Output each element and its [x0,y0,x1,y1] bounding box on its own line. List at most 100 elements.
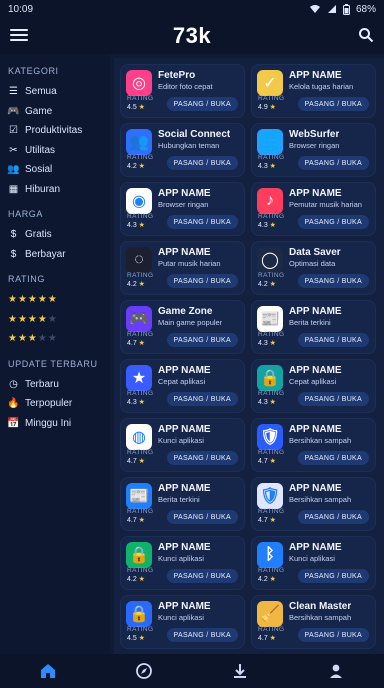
app-description: Berita terkini [289,318,331,327]
update-item-minggu-ini[interactable]: 📅 Minggu Ini [7,414,104,434]
profile-icon[interactable] [325,660,347,682]
install-open-button[interactable]: PASANG / BUKA [166,510,238,524]
rating-filter-3[interactable]: ★★★★★ [8,329,104,349]
install-open-button[interactable]: PASANG / BUKA [166,215,238,229]
app-card[interactable]: 🔒 APP NAME Kunci aplikasi RATING 4.2 ★ PASANG… [120,536,245,590]
update-label: Minggu Ini [25,417,72,429]
app-card[interactable]: ✓ APP NAME Kelola tugas harian RATING 4.9 ★ P… [251,64,376,118]
app-card[interactable]: 🔒 APP NAME Kunci aplikasi RATING 4.5 ★ PASANG… [120,595,245,649]
app-card[interactable]: ᛒ APP NAME Kunci aplikasi RATING 4.2 ★ PASANG… [251,536,376,590]
install-open-button[interactable]: PASANG / BUKA [297,156,369,170]
app-rating: RATING 4.3 ★ [258,213,284,229]
star-icon: ★ [136,635,145,642]
app-rating: RATING 4.7 ★ [258,626,284,642]
app-description: Bersihkan sampah [289,436,352,445]
install-open-button[interactable]: PASANG / BUKA [166,628,238,642]
app-name: Data Saver [289,247,341,258]
rating-number: 4.3 [127,222,137,229]
rating-filter-5[interactable]: ★★★★★ [8,290,104,310]
download-icon[interactable] [229,660,251,682]
app-card[interactable]: ◉ APP NAME Browser ringan RATING 4.3 ★ PASANG… [120,182,245,236]
update-title: UPDATE TERBARU [8,358,98,369]
install-open-button[interactable]: PASANG / BUKA [297,215,369,229]
kategori-item-utilitas[interactable]: ✂ Utilitas [8,141,104,161]
app-card[interactable]: ♪ APP NAME Pemutar musik harian RATING 4.3 ★… [251,182,376,236]
kategori-item-semua[interactable]: ☰ Semua [8,82,104,102]
app-rating: RATING 4.7 ★ [258,508,284,524]
kategori-item-produktivitas[interactable]: ☑ Produktivitas [8,121,104,141]
app-rating: RATING 4.3 ★ [258,331,284,347]
app-card[interactable]: 👥 Social Connect Hubungkan teman RATING 4.2 … [120,123,245,177]
rating-label: RATING [127,390,154,397]
install-open-button[interactable]: PASANG / BUKA [166,333,238,347]
stars-empty: ★ [47,313,58,325]
kategori-item-sosial[interactable]: 👥 Sosial [7,160,104,180]
install-open-button[interactable]: PASANG / BUKA [166,392,238,406]
rating-value: 4.5 ★ [127,103,153,111]
app-card[interactable]: ◍ APP NAME Kunci aplikasi RATING 4.7 ★ PASANG… [120,418,245,472]
app-rating: RATING 4.5 ★ [127,626,153,642]
install-open-button[interactable]: PASANG / BUKA [297,274,369,288]
rating-value: 4.3 ★ [127,398,153,406]
app-description: Kunci aplikasi [158,436,204,445]
people-icon: 👥 [7,164,20,176]
app-description: Browser ringan [289,141,340,150]
install-open-button[interactable]: PASANG / BUKA [166,97,238,111]
install-open-button[interactable]: PASANG / BUKA [297,510,369,524]
install-open-button[interactable]: PASANG / BUKA [297,628,369,642]
rating-label: RATING [127,272,154,279]
kategori-item-game[interactable]: 🎮 Game [7,102,104,122]
app-card[interactable]: 📰 APP NAME Berita terkini RATING 4.7 ★ PASANG… [120,477,245,531]
install-open-button[interactable]: PASANG / BUKA [297,97,369,111]
update-item-terbaru[interactable]: ◷ Terbaru [8,375,104,395]
rating-number: 4.3 [258,340,268,347]
app-card[interactable]: ◌ APP NAME Putar musik harian RATING 4.2 ★ PA… [120,241,245,295]
install-open-button[interactable]: PASANG / BUKA [297,333,369,347]
app-rating: RATING 4.2 ★ [258,272,284,288]
app-rating: RATING 4.2 ★ [127,272,153,288]
checklist-icon: ☑ [9,125,18,137]
kategori-group: KATEGORI ☰ Semua 🎮 Game ☑ Produktivitas … [7,66,104,200]
install-open-button[interactable]: PASANG / BUKA [166,451,238,465]
home-icon[interactable] [37,660,59,682]
app-card[interactable]: 🛡 APP NAME Bersihkan sampah RATING 4.7 ★ PASA… [251,418,376,472]
compass-icon[interactable] [133,660,155,682]
app-card[interactable]: ★ APP NAME Cepat aplikasi RATING 4.3 ★ PASANG… [120,359,245,413]
rating-filter-4[interactable]: ★★★★★ [8,310,104,330]
app-name: FetePro [158,70,196,81]
app-icon: 🔒 [257,365,283,391]
harga-item-berbayar[interactable]: $ Berbayar [8,245,104,265]
star-rating: ★★★★★ [8,294,58,305]
kategori-item-hiburan[interactable]: ▦ Hiburan [8,180,104,200]
star-icon: ★ [267,281,276,288]
app-name: Game Zone [158,306,213,317]
app-card[interactable]: ◯ Data Saver Optimasi data RATING 4.2 ★ PASAN… [251,241,376,295]
install-open-button[interactable]: PASANG / BUKA [166,274,238,288]
app-card[interactable]: 🎮 Game Zone Main game populer RATING 4.7 ★ PA… [120,300,245,354]
app-card[interactable]: ◎ FetePro Editor foto cepat RATING 4.5 ★ PASA… [120,64,245,118]
app-card[interactable]: 🛡 APP NAME Bersihkan sampah RATING 4.7 ★ PASA… [251,477,376,531]
app-icon: 🌐 [257,129,283,155]
rating-number: 4.3 [258,399,268,406]
harga-item-gratis[interactable]: $ Gratis [8,225,104,245]
app-card[interactable]: 🧹 Clean Master Bersihkan sampah RATING 4.7 ★… [251,595,376,649]
update-item-terpopuler[interactable]: 🔥 Terpopuler [7,394,104,414]
app-icon: 📰 [257,306,283,332]
install-open-button[interactable]: PASANG / BUKA [166,156,238,170]
install-open-button[interactable]: PASANG / BUKA [297,451,369,465]
app-icon: 🔒 [126,542,152,568]
app-card[interactable]: 🔒 APP NAME Cepat aplikasi RATING 4.3 ★ PASANG… [251,359,376,413]
install-open-button[interactable]: PASANG / BUKA [166,569,238,583]
rating-label: RATING [258,626,285,633]
install-open-button[interactable]: PASANG / BUKA [297,392,369,406]
menu-icon[interactable] [10,26,28,44]
app-icon: ◌ [126,247,152,273]
star-icon: ★ [267,635,276,642]
stars-empty: ★★ [37,333,58,345]
install-open-button[interactable]: PASANG / BUKA [297,569,369,583]
app-description: Kunci aplikasi [158,613,204,622]
search-icon[interactable] [358,27,374,43]
harga-title: HARGA [8,209,44,219]
app-card[interactable]: 📰 APP NAME Berita terkini RATING 4.3 ★ PASANG… [251,300,376,354]
app-card[interactable]: 🌐 WebSurfer Browser ringan RATING 4.3 ★ PASAN… [251,123,376,177]
